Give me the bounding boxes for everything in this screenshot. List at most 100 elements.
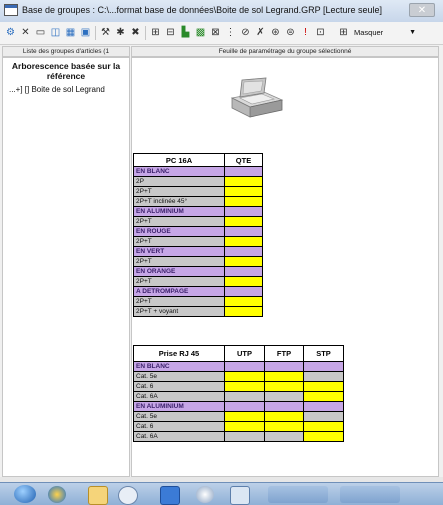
app-icon <box>4 4 18 16</box>
info-icon[interactable]: ⊜ <box>284 26 297 39</box>
masquer-dropdown[interactable]: Masquer ▼ <box>354 26 416 39</box>
start-orb-icon[interactable] <box>14 485 36 503</box>
lock-icon[interactable]: ⊛ <box>269 26 282 39</box>
app-taskbar-icon[interactable] <box>160 486 180 505</box>
toolbar-separator <box>95 26 96 40</box>
media-icon[interactable] <box>118 486 138 505</box>
section-label-en-blanc: EN BLANC <box>133 166 225 177</box>
ftp-input-cell[interactable] <box>264 421 304 432</box>
panel-icon[interactable]: ◫ <box>49 26 62 39</box>
close-button[interactable]: ✕ <box>409 3 435 17</box>
masquer-label: Masquer <box>354 28 384 37</box>
qte-input-cell[interactable] <box>224 196 263 207</box>
title-bar: Base de groupes : C:\...format base de d… <box>0 0 443 23</box>
copy-icon[interactable]: ✗ <box>254 26 267 39</box>
chart-icon[interactable]: ▙ <box>179 26 192 39</box>
split-icon[interactable]: ⊟ <box>164 26 177 39</box>
utp-input-cell <box>224 431 265 442</box>
cross-icon[interactable]: ✖ <box>129 26 142 39</box>
table-row: 2P+T <box>133 186 263 197</box>
qte-input-cell[interactable] <box>224 296 263 307</box>
qte-input-cell[interactable] <box>224 306 263 317</box>
toolbar: ⚙ ✕ ▭ ◫ ▦ ▣ ⚒ ✱ ✖ ⊞ ⊟ ▙ ▩ ⊠ ⋮ ⊘ ✗ ⊛ ⊜ ! … <box>0 22 443 45</box>
table-row: Cat. 5e <box>133 411 344 422</box>
utp-header: UTP <box>224 345 265 362</box>
chevron-down-icon: ▼ <box>409 29 416 36</box>
row-label: Cat. 6A <box>133 391 225 402</box>
rj45-header: Prise RJ 45 <box>133 345 225 362</box>
qte-input-cell[interactable] <box>224 256 263 267</box>
section-row: EN ALUMINIUM <box>133 206 263 217</box>
image-icon[interactable]: ▣ <box>79 26 92 39</box>
application-window: Base de groupes : C:\...format base de d… <box>0 0 443 505</box>
table-row: 2P+T <box>133 256 263 267</box>
stp-input-cell <box>303 411 344 422</box>
window-taskbar-icon[interactable] <box>230 486 250 505</box>
toolbar-separator <box>145 26 146 40</box>
taskbar-slot[interactable] <box>268 486 328 503</box>
stp-input-cell[interactable] <box>303 381 344 392</box>
qte-input-cell[interactable] <box>224 236 263 247</box>
delete-icon[interactable]: ⊘ <box>239 26 252 39</box>
stp-input-cell[interactable] <box>303 391 344 402</box>
section-cell <box>224 166 263 177</box>
qte-input-cell[interactable] <box>224 176 263 187</box>
hide-icon[interactable]: ⊞ <box>337 26 350 39</box>
row-label: 2P+T <box>133 296 225 307</box>
ie-icon[interactable] <box>48 486 66 503</box>
disk-icon[interactable] <box>196 486 214 503</box>
stp-input-cell[interactable] <box>303 431 344 442</box>
row-label: 2P+T <box>133 276 225 287</box>
window-title: Base de groupes : C:\...format base de d… <box>22 5 383 15</box>
grid-icon[interactable]: ▦ <box>64 26 77 39</box>
section-row: EN BLANC <box>133 166 263 177</box>
taskbar-slot[interactable] <box>340 486 400 503</box>
section-row: EN ORANGE <box>133 266 263 277</box>
exclamation-icon[interactable]: ! <box>299 26 312 39</box>
qte-input-cell[interactable] <box>224 276 263 287</box>
section-label-en-rouge: EN ROUGE <box>133 226 225 237</box>
gear-icon[interactable]: ⚙ <box>4 26 17 39</box>
tree-title: Arborescence basée sur la référence <box>11 61 121 81</box>
section-label-en-aluminium: EN ALUMINIUM <box>133 401 225 412</box>
section-row: A DETROMPAGE <box>133 286 263 297</box>
section-label-en-vert: EN VERT <box>133 246 225 257</box>
columns-icon[interactable]: ⊡ <box>314 26 327 39</box>
tools-icon[interactable]: ⚒ <box>99 26 112 39</box>
ftp-input-cell[interactable] <box>264 371 304 382</box>
ftp-input-cell[interactable] <box>264 411 304 422</box>
qte-input-cell[interactable] <box>224 186 263 197</box>
star-icon[interactable]: ✱ <box>114 26 127 39</box>
settings-sheet-panel: PC 16A QTE EN BLANC 2P 2P+T 2P+T inclinée 4… <box>131 57 439 477</box>
utp-input-cell[interactable] <box>224 381 265 392</box>
utp-input-cell[interactable] <box>224 421 265 432</box>
qte-input-cell[interactable] <box>224 216 263 227</box>
filter-icon[interactable]: ⋮ <box>224 26 237 39</box>
close-small-icon[interactable]: ✕ <box>19 26 32 39</box>
section-cell <box>224 286 263 297</box>
tree-item-boite-de-sol[interactable]: ...+] [] Boite de sol Legrand <box>9 85 105 94</box>
utp-input-cell[interactable] <box>224 411 265 422</box>
sort-icon[interactable]: ⊠ <box>209 26 222 39</box>
table-row: Cat. 6 <box>133 421 344 432</box>
row-label: 2P <box>133 176 225 187</box>
utp-input-cell[interactable] <box>224 371 265 382</box>
minus-icon[interactable]: ▭ <box>34 26 47 39</box>
ftp-input-cell[interactable] <box>264 381 304 392</box>
table-row: Cat. 5e <box>133 371 344 382</box>
section-cell <box>224 226 263 237</box>
link-icon[interactable]: ⊞ <box>149 26 162 39</box>
row-label: 2P+T <box>133 216 225 227</box>
settings-sheet-header: Feuille de paramétrage du groupe sélecti… <box>131 46 439 57</box>
folder-icon[interactable] <box>88 486 108 505</box>
row-label: 2P+T <box>133 236 225 247</box>
ftp-input-cell <box>264 391 304 402</box>
section-label-en-blanc: EN BLANC <box>133 361 225 372</box>
stp-input-cell[interactable] <box>303 421 344 432</box>
table-row: 2P <box>133 176 263 187</box>
row-label: 2P+T inclinée 45° <box>133 196 225 207</box>
floor-box-product-image <box>230 77 284 118</box>
grid2-icon[interactable]: ▩ <box>194 26 207 39</box>
section-cell <box>264 401 304 412</box>
qte-header: QTE <box>224 153 263 167</box>
